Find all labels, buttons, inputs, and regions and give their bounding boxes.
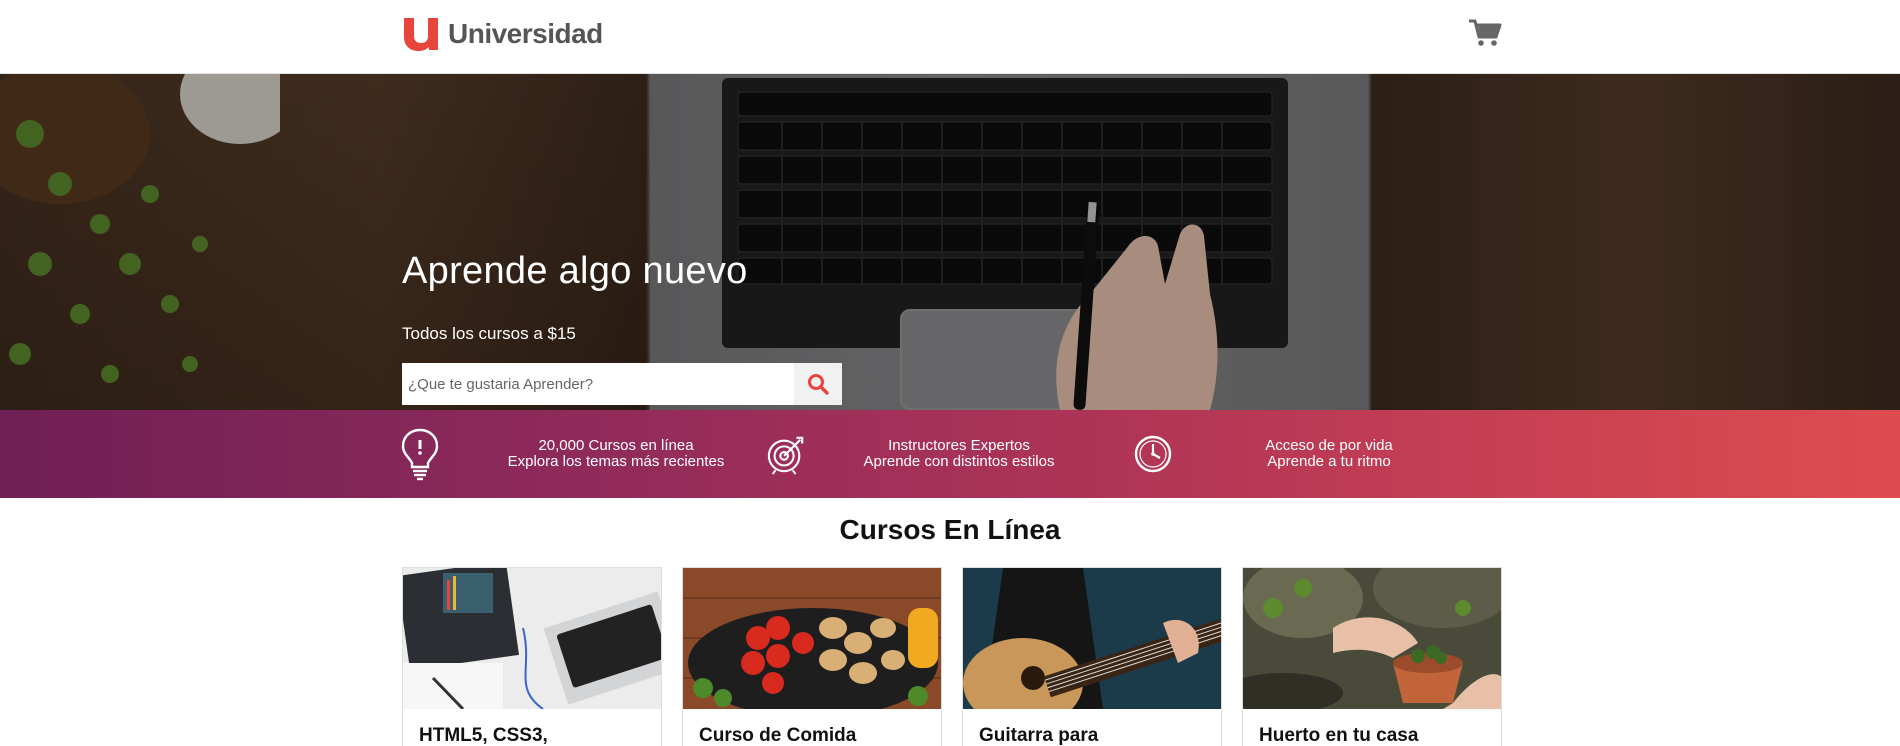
course-thumbnail-garden xyxy=(1243,568,1501,709)
course-thumbnail-html xyxy=(403,568,661,709)
course-thumbnail-food xyxy=(683,568,941,709)
feature-subtitle: Aprende a tu ritmo xyxy=(1267,453,1391,470)
course-card[interactable]: Huerto en tu casa xyxy=(1242,567,1502,746)
feature-subtitle: Explora los temas más recientes xyxy=(507,453,725,470)
hero-banner: Aprende algo nuevo Todos los cursos a $1… xyxy=(0,74,1900,410)
logo-text: Universidad xyxy=(448,18,603,49)
shopping-cart-icon[interactable] xyxy=(1468,18,1502,48)
target-icon xyxy=(766,428,806,480)
hero-title: Aprende algo nuevo xyxy=(402,250,748,292)
course-thumbnail-guitar xyxy=(963,568,1221,709)
feature-title: 20,000 Cursos en línea xyxy=(538,437,694,454)
search-icon xyxy=(808,374,829,395)
feature-subtitle: Aprende con distintos estilos xyxy=(863,453,1055,470)
clock-icon xyxy=(1133,428,1173,480)
search-input[interactable] xyxy=(402,363,794,405)
feature-courses: 20,000 Cursos en línea Explora los temas… xyxy=(400,410,736,498)
u-logo-icon xyxy=(404,18,438,51)
site-logo[interactable]: Universidad xyxy=(402,14,603,54)
site-header: Universidad xyxy=(0,0,1900,74)
feature-title: Acceso de por vida xyxy=(1265,437,1393,454)
course-card[interactable]: HTML5, CSS3, xyxy=(402,567,662,746)
course-title[interactable]: Guitarra para xyxy=(979,725,1098,746)
search-button[interactable] xyxy=(794,363,842,405)
feature-title: Instructores Expertos xyxy=(888,437,1030,454)
search-form xyxy=(402,363,842,405)
feature-lifetime-access: Acceso de por vida Aprende a tu ritmo xyxy=(1133,410,1403,498)
courses-section-title: Cursos En Línea xyxy=(839,514,1061,545)
feature-instructors: Instructores Expertos Aprende con distin… xyxy=(766,410,1070,498)
hero-subtitle: Todos los cursos a $15 xyxy=(402,324,576,343)
course-title[interactable]: Huerto en tu casa xyxy=(1259,725,1418,746)
course-card[interactable]: Curso de Comida xyxy=(682,567,942,746)
course-card[interactable]: Guitarra para xyxy=(962,567,1222,746)
course-title[interactable]: Curso de Comida xyxy=(699,725,856,746)
lightbulb-icon xyxy=(400,428,440,481)
features-strip: 20,000 Cursos en línea Explora los temas… xyxy=(0,410,1900,498)
hero-overlay xyxy=(0,74,1900,410)
course-title[interactable]: HTML5, CSS3, xyxy=(419,725,548,746)
